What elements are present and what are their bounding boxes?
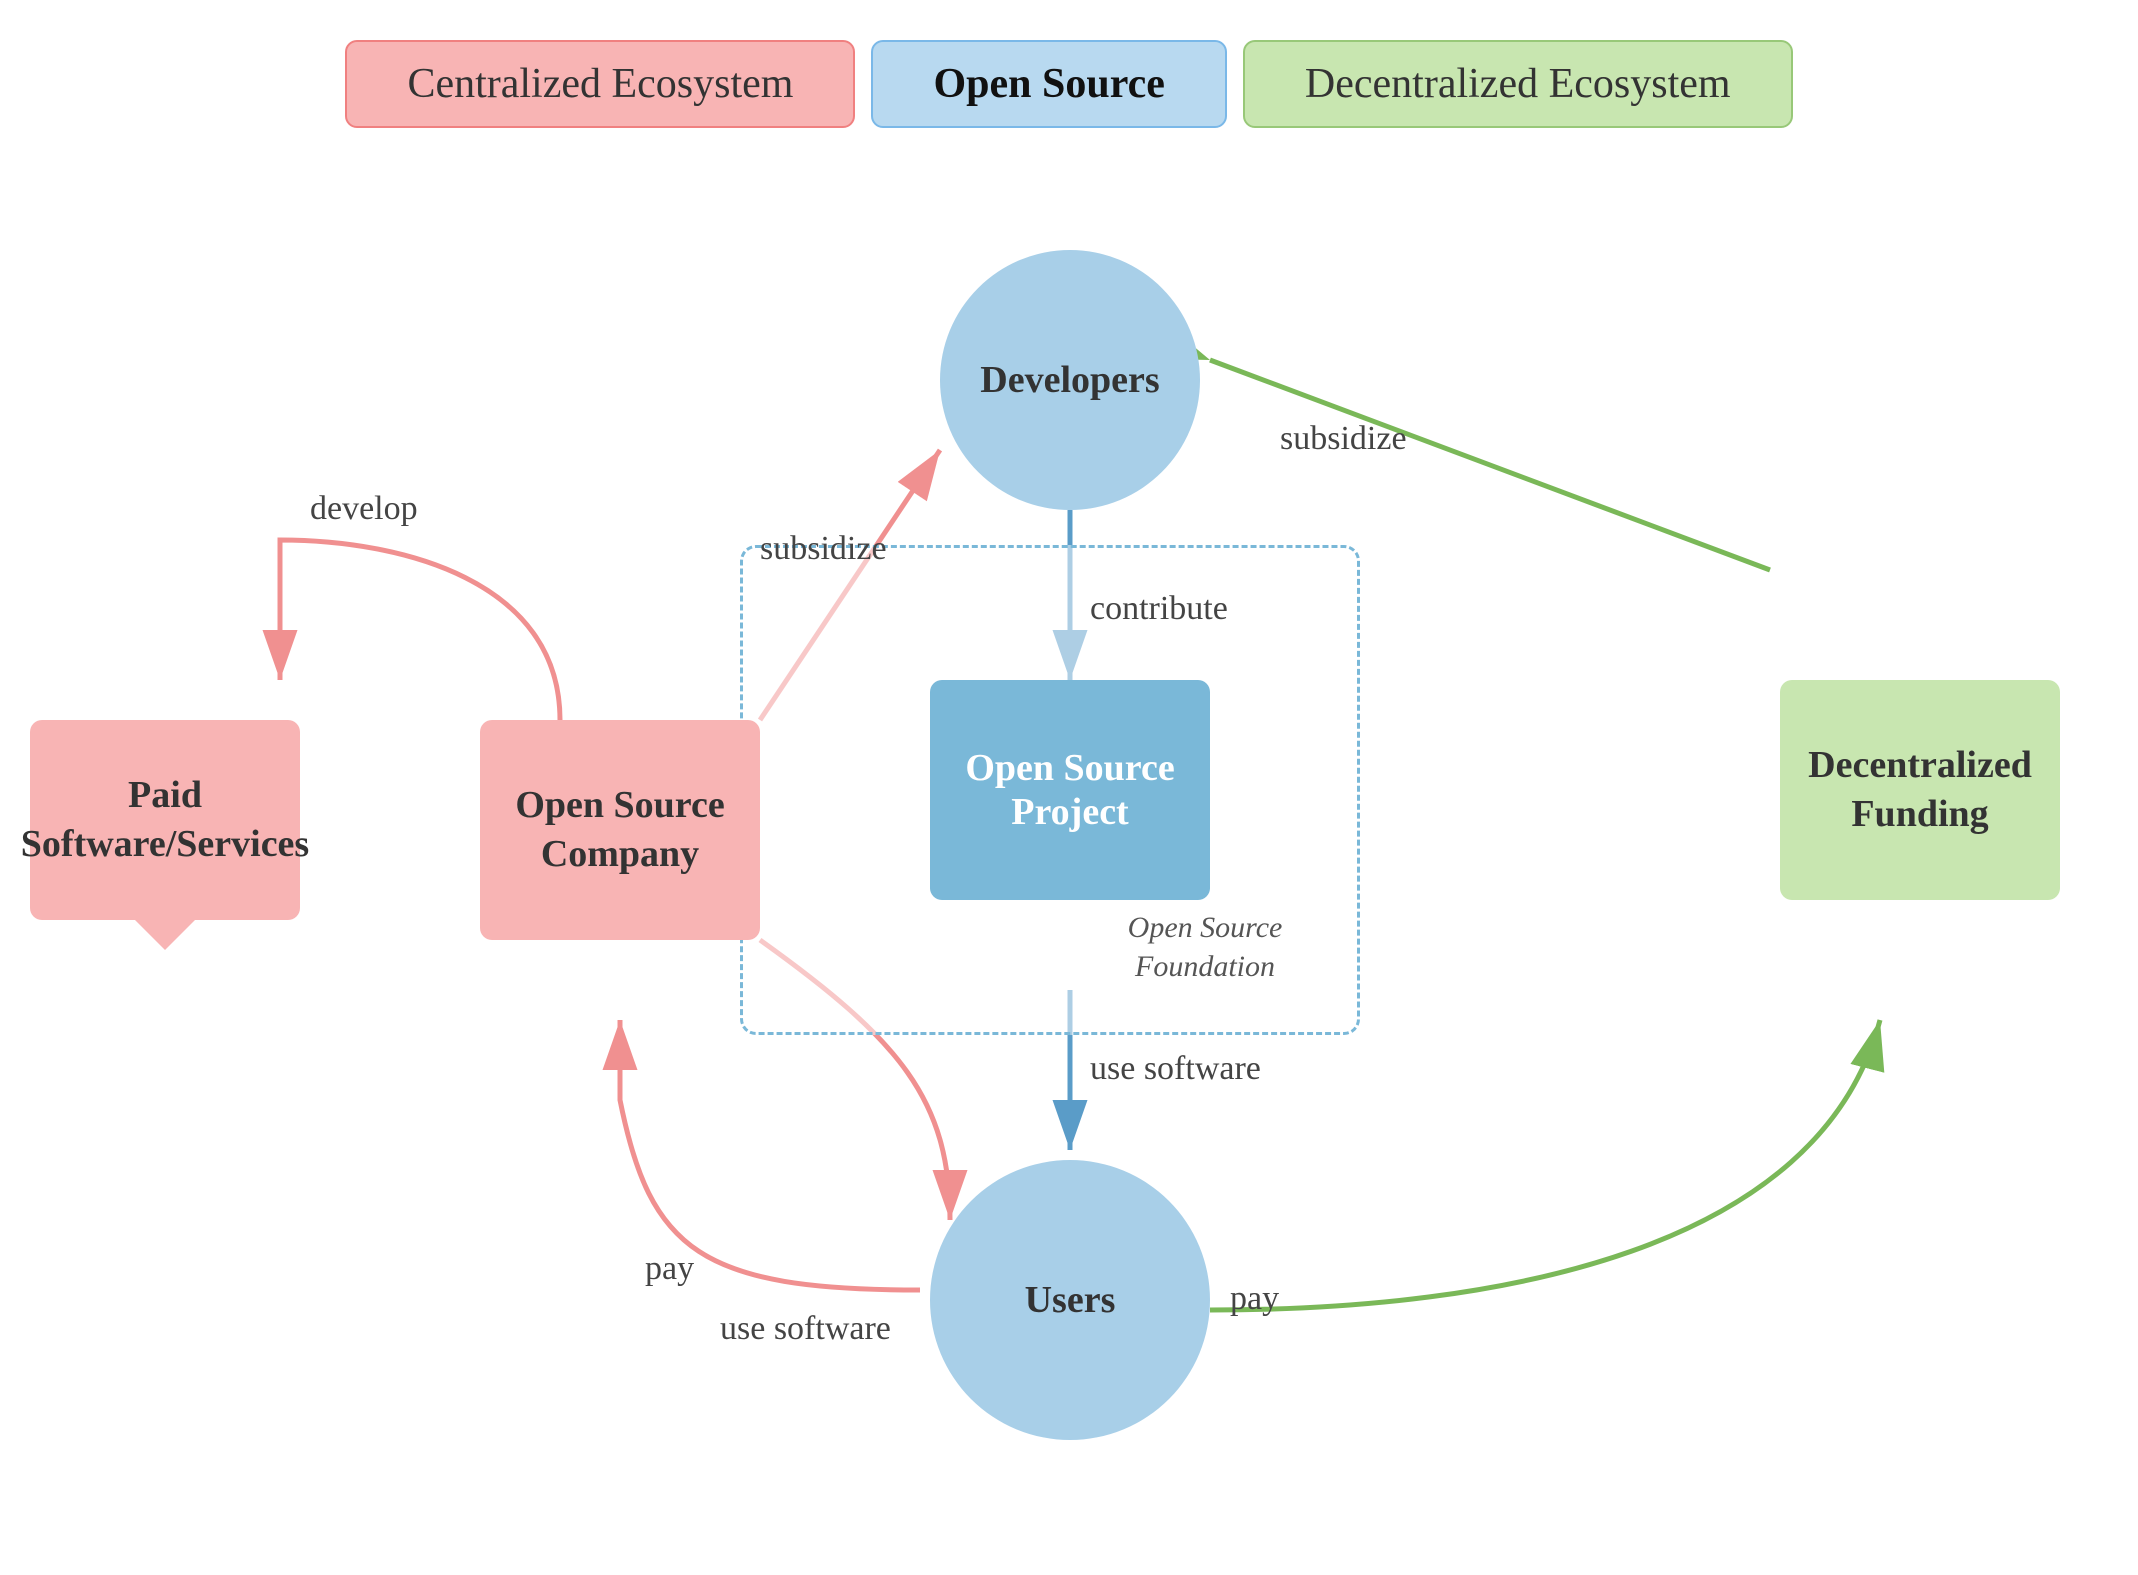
open-source-project-node: Open Source Project [930, 680, 1210, 900]
paid-software-label: Paid Software/Services [21, 771, 309, 870]
legend: Centralized Ecosystem Open Source Decent… [0, 40, 2138, 128]
develop-arrow [280, 540, 560, 720]
pay-right-label: pay [1230, 1280, 1279, 1318]
contribute-label: contribute [1090, 590, 1228, 628]
use-software-bottom-label: use software [720, 1310, 891, 1348]
subsidize-right-label: subsidize [1280, 420, 1407, 458]
users-label: Users [1025, 1278, 1116, 1322]
pay-right-arrow [1210, 1020, 1880, 1310]
legend-decentralized: Decentralized Ecosystem [1243, 40, 1793, 128]
use-software-down-label: use software [1090, 1050, 1261, 1088]
legend-opensource: Open Source [871, 40, 1226, 128]
diagram-container: Centralized Ecosystem Open Source Decent… [0, 0, 2138, 1575]
open-source-foundation-label: Open Source Foundation [1095, 908, 1315, 986]
users-node: Users [930, 1160, 1210, 1440]
open-source-company-label: Open Source Company [515, 781, 724, 880]
developers-label: Developers [980, 358, 1159, 402]
open-source-company-node: Open Source Company [480, 720, 760, 940]
subsidize-left-label: subsidize [760, 530, 887, 568]
subsidize-right-arrow [1210, 360, 1770, 570]
develop-label: develop [310, 490, 418, 528]
decentralized-funding-node: Decentralized Funding [1780, 680, 2060, 900]
foundation-text: Open Source Foundation [1128, 911, 1283, 983]
pay-left-label: pay [645, 1250, 694, 1288]
legend-centralized: Centralized Ecosystem [345, 40, 855, 128]
developers-node: Developers [940, 250, 1200, 510]
decentralized-funding-label: Decentralized Funding [1808, 741, 2032, 840]
open-source-project-label: Open Source Project [965, 746, 1174, 834]
paid-software-node: Paid Software/Services [30, 720, 300, 920]
